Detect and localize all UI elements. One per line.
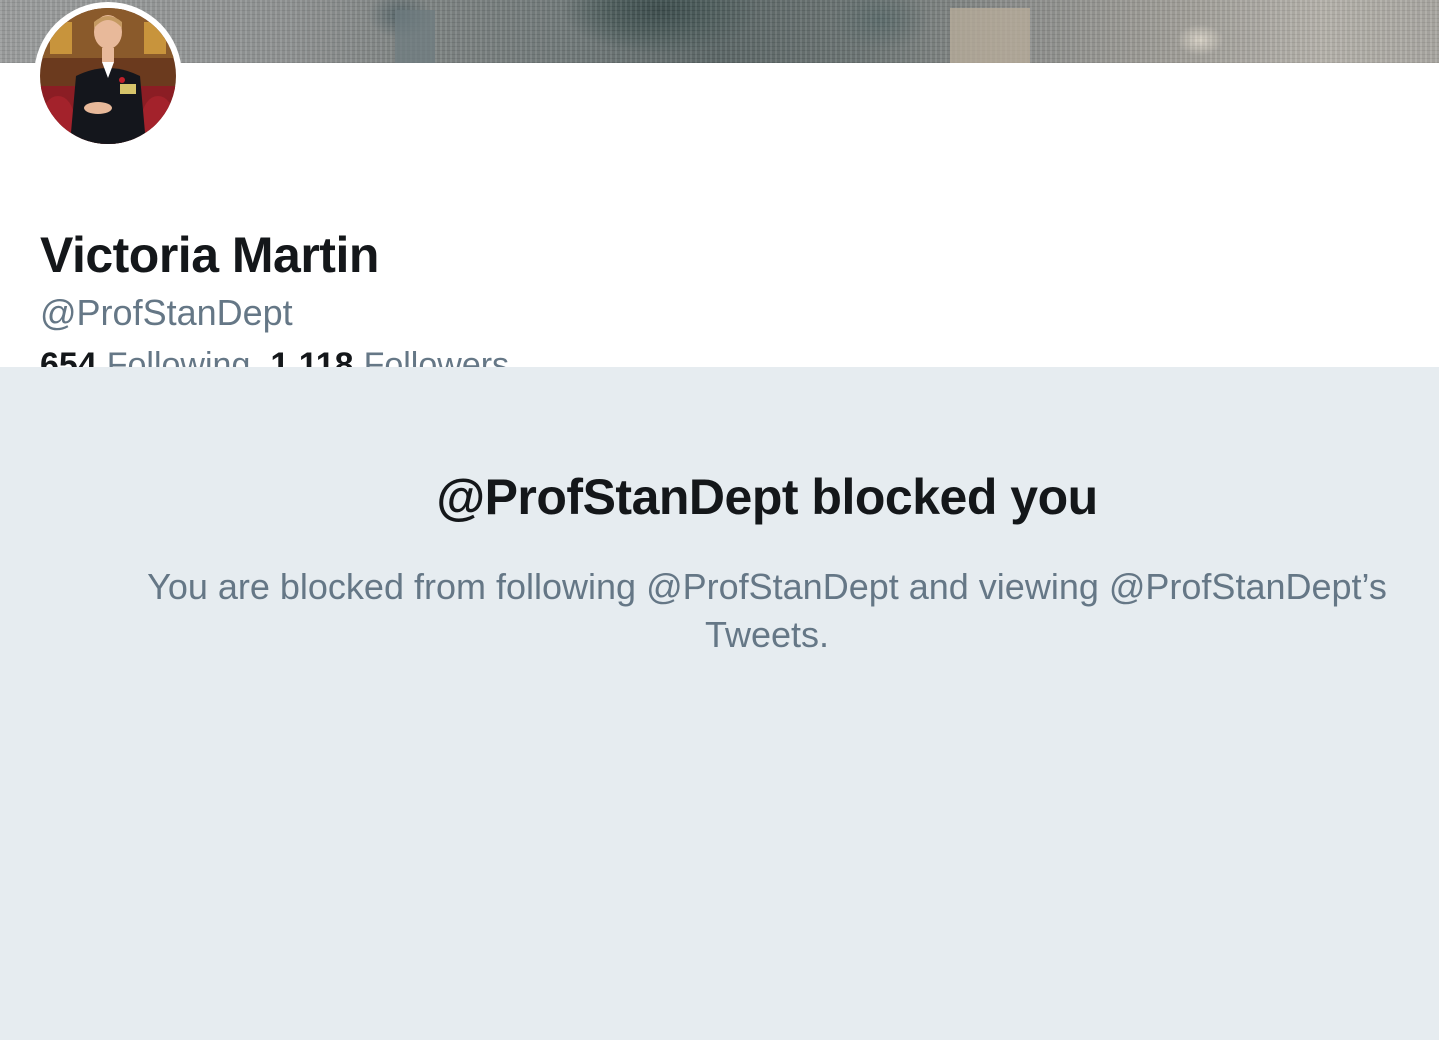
profile-banner-image[interactable]: [0, 0, 1439, 63]
banner-texture: [0, 0, 1439, 63]
banner-stone-block: [950, 8, 1030, 63]
profile-page: Victoria Martin @ProfStanDept 654 Follow…: [0, 0, 1439, 1040]
blocked-description: You are blocked from following @ProfStan…: [147, 566, 1387, 655]
profile-header: Victoria Martin @ProfStanDept 654 Follow…: [0, 63, 1439, 384]
avatar[interactable]: [34, 2, 182, 150]
profile-handle: @ProfStanDept: [40, 292, 293, 333]
blocked-title: @ProfStanDept blocked you: [436, 469, 1098, 525]
banner-carving: [395, 10, 435, 63]
avatar-image: [40, 8, 176, 144]
display-name: Victoria Martin: [40, 227, 379, 283]
